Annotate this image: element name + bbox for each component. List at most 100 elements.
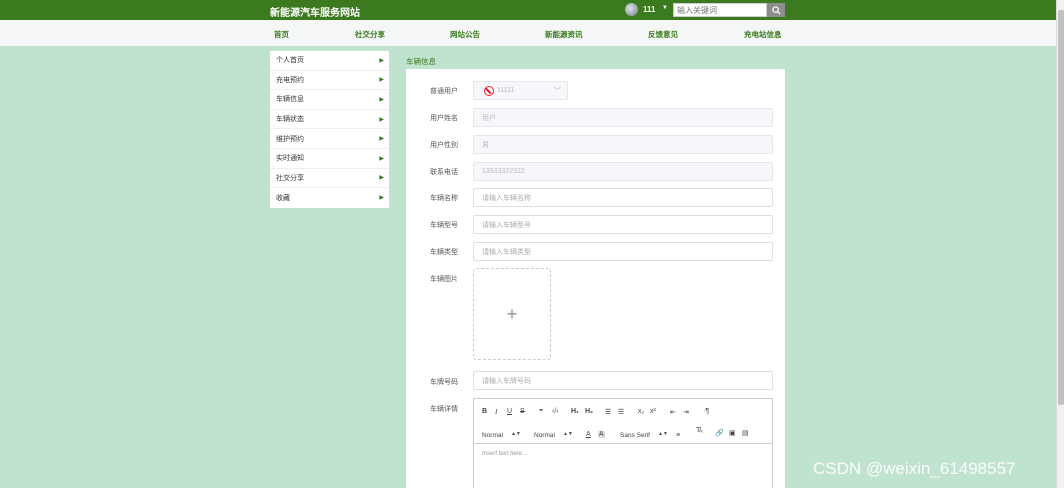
sidebar-item-profile[interactable]: 个人首页 ▶ — [270, 51, 389, 71]
image-icon[interactable]: ▣ — [729, 429, 736, 437]
field-label: 车辆类型 — [430, 249, 458, 256]
field-label: 车牌号码 — [430, 379, 458, 386]
strike-icon[interactable]: S — [520, 408, 525, 415]
heading2-icon[interactable]: H₂ — [585, 408, 593, 415]
chevron-right-icon: ▶ — [379, 96, 384, 103]
nav-item-feedback[interactable]: 反馈意见 — [648, 29, 678, 40]
search-icon — [771, 5, 781, 15]
chevron-right-icon: ▶ — [379, 155, 384, 162]
size-picker[interactable]: Normal ▲▼ — [534, 431, 573, 439]
field-label: 车辆图片 — [430, 276, 458, 283]
user-name-field: 用户 — [473, 108, 773, 127]
ordered-list-icon[interactable]: ☰ — [605, 408, 611, 416]
field-label: 车辆型号 — [430, 222, 458, 229]
main-nav: 首页 社交分享 网站公告 新能源资讯 反馈意见 充电站信息 — [0, 20, 1056, 46]
code-icon[interactable]: ‹/› — [552, 408, 559, 415]
sidebar-item-charging-booking[interactable]: 充电预约 ▶ — [270, 71, 389, 91]
updown-icon: ▲▼ — [658, 431, 668, 437]
vehicle-model-input[interactable]: 请输入车辆型号 — [473, 215, 773, 234]
user-type-label: 普通用户 — [430, 88, 458, 95]
field-label: 用户性别 — [430, 142, 458, 149]
video-icon[interactable]: ▤ — [742, 429, 749, 437]
header-picker[interactable]: Normal ▲▼ — [482, 431, 521, 439]
sidebar-item-label: 实时通知 — [276, 155, 304, 163]
chevron-down-icon: ﹀ — [554, 88, 561, 95]
not-allowed-icon — [484, 85, 494, 96]
field-label: 用户姓名 — [430, 115, 458, 122]
picker-label: Sans Serif — [620, 432, 650, 439]
subscript-icon[interactable]: x₂ — [638, 408, 644, 415]
phone-field: 13533322322 — [473, 162, 773, 181]
caret-down-icon[interactable]: ▼ — [662, 5, 668, 11]
page-scrollbar[interactable] — [1056, 0, 1064, 488]
outdent-icon[interactable]: ⇤ — [670, 408, 676, 416]
picker-label: Normal — [534, 432, 555, 439]
bullet-list-icon[interactable]: ☰ — [618, 408, 624, 416]
site-title[interactable]: 新能源汽车服务网站 — [270, 4, 360, 19]
heading1-icon[interactable]: H₁ — [571, 408, 579, 415]
link-icon[interactable]: 🔗 — [715, 429, 724, 437]
sidebar-item-favorites[interactable]: 收藏 ▶ — [270, 188, 389, 208]
scrollbar-thumb[interactable] — [1058, 10, 1064, 405]
chevron-right-icon: ▶ — [379, 136, 384, 143]
superscript-icon[interactable]: x² — [650, 408, 656, 415]
indent-icon[interactable]: ⇥ — [683, 408, 689, 416]
chevron-right-icon: ▶ — [379, 175, 384, 182]
chevron-right-icon: ▶ — [379, 195, 384, 202]
top-bar: 新能源汽车服务网站 111 ▼ — [0, 0, 1056, 20]
editor-toolbar: B I U S ❞ ‹/› H₁ H₂ ☰ ☰ x₂ x² ⇤ ⇥ ·¶ Nor… — [474, 399, 772, 444]
search-button[interactable] — [767, 3, 785, 17]
username[interactable]: 111 — [643, 5, 655, 14]
updown-icon: ▲▼ — [562, 431, 573, 437]
sidebar-item-label: 个人首页 — [276, 57, 304, 65]
watermark: CSDN @weixin_61498557 — [813, 459, 1016, 478]
nav-item-social[interactable]: 社交分享 — [355, 29, 385, 40]
rtl-direction-icon[interactable]: ·¶ — [703, 408, 709, 415]
avatar[interactable] — [625, 3, 638, 16]
sidebar-item-maintenance[interactable]: 维护预约 ▶ — [270, 129, 389, 149]
sidebar-item-label: 维护预约 — [276, 135, 304, 143]
nav-item-home[interactable]: 首页 — [274, 29, 289, 40]
field-label: 车辆名称 — [430, 195, 458, 202]
user-gender-field: 男 — [473, 135, 773, 154]
chevron-right-icon: ▶ — [379, 77, 384, 84]
vehicle-name-input[interactable]: 请输入车辆名称 — [473, 188, 773, 207]
sidebar-item-notifications[interactable]: 实时通知 ▶ — [270, 149, 389, 169]
sidebar-item-vehicle-status[interactable]: 车辆状态 ▶ — [270, 110, 389, 130]
rich-text-editor[interactable]: B I U S ❞ ‹/› H₁ H₂ ☰ ☰ x₂ x² ⇤ ⇥ ·¶ Nor… — [473, 398, 773, 488]
background-color-icon[interactable]: A — [598, 431, 605, 438]
clear-format-icon[interactable]: T̸ₓ — [696, 427, 703, 434]
sidebar: 个人首页 ▶ 充电预约 ▶ 车辆信息 ▶ 车辆状态 ▶ 维护预约 ▶ 实时通知 ▶ 社交分享… — [270, 51, 389, 208]
chevron-right-icon: ▶ — [379, 116, 384, 123]
sidebar-item-label: 社交分享 — [276, 174, 304, 182]
sidebar-item-vehicle-info[interactable]: 车辆信息 ▶ — [270, 90, 389, 110]
nav-item-news[interactable]: 新能源资讯 — [545, 29, 583, 40]
picker-label: Normal — [482, 432, 503, 439]
align-icon[interactable]: ≡ — [676, 432, 680, 439]
user-type-value: 11111 — [497, 87, 515, 94]
chevron-right-icon: ▶ — [379, 57, 384, 64]
plate-number-input[interactable]: 请输入车牌号码 — [473, 371, 773, 390]
sidebar-item-label: 收藏 — [276, 194, 290, 202]
page-title: 车辆信息 — [406, 57, 436, 66]
plus-icon: + — [506, 303, 518, 324]
field-label: 车辆详情 — [430, 406, 458, 413]
font-picker[interactable]: Sans Serif ▲▼ — [620, 431, 668, 439]
updown-icon: ▲▼ — [510, 431, 521, 437]
sidebar-item-label: 车辆状态 — [276, 116, 304, 124]
underline-icon[interactable]: U — [507, 408, 512, 415]
italic-icon[interactable]: I — [495, 408, 497, 416]
nav-item-announcements[interactable]: 网站公告 — [450, 29, 480, 40]
vehicle-type-input[interactable]: 请输入车辆类型 — [473, 242, 773, 261]
user-type-select: 11111 ﹀ — [473, 81, 568, 100]
editor-placeholder: Insert text here ... — [482, 451, 529, 457]
text-color-icon[interactable]: A — [586, 431, 591, 438]
image-upload[interactable]: + — [473, 268, 551, 360]
nav-item-charging-stations[interactable]: 充电站信息 — [744, 29, 782, 40]
blockquote-icon[interactable]: ❞ — [539, 408, 543, 416]
search-input[interactable] — [673, 3, 767, 17]
sidebar-item-label: 充电预约 — [276, 76, 304, 84]
sidebar-item-label: 车辆信息 — [276, 96, 304, 104]
bold-icon[interactable]: B — [482, 408, 487, 415]
sidebar-item-social[interactable]: 社交分享 ▶ — [270, 169, 389, 189]
